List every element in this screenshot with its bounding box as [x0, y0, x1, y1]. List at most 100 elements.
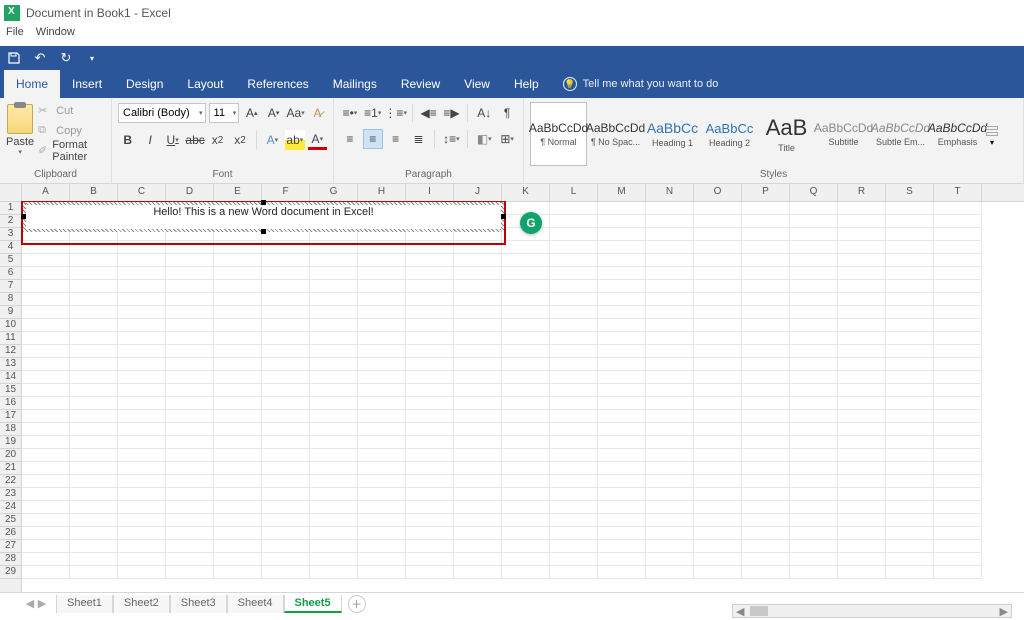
cell[interactable]: [598, 475, 646, 488]
line-spacing-button[interactable]: ↕≡▾: [441, 129, 461, 149]
cell[interactable]: [646, 527, 694, 540]
cell[interactable]: [166, 423, 214, 436]
cell[interactable]: [742, 280, 790, 293]
tab-design[interactable]: Design: [114, 70, 175, 98]
cell[interactable]: [886, 397, 934, 410]
cell[interactable]: [598, 241, 646, 254]
cell[interactable]: [550, 332, 598, 345]
next-sheet-icon[interactable]: ▶: [36, 597, 48, 610]
cell[interactable]: [550, 501, 598, 514]
cell[interactable]: [454, 254, 502, 267]
cell[interactable]: [934, 319, 982, 332]
copy-button[interactable]: ⧉Copy: [38, 122, 105, 140]
cell[interactable]: [646, 384, 694, 397]
style-heading-1[interactable]: AaBbCcHeading 1: [644, 102, 701, 166]
cell[interactable]: [358, 371, 406, 384]
cell[interactable]: [598, 358, 646, 371]
cell[interactable]: [22, 319, 70, 332]
cell[interactable]: [70, 527, 118, 540]
cell[interactable]: [550, 280, 598, 293]
cell[interactable]: [310, 254, 358, 267]
cell[interactable]: [214, 241, 262, 254]
cell[interactable]: [934, 423, 982, 436]
cell[interactable]: [838, 267, 886, 280]
cell[interactable]: [886, 293, 934, 306]
cell[interactable]: [598, 410, 646, 423]
cell[interactable]: [886, 280, 934, 293]
cell[interactable]: [310, 488, 358, 501]
cell[interactable]: [406, 527, 454, 540]
cell[interactable]: [694, 475, 742, 488]
cell[interactable]: [598, 514, 646, 527]
cell[interactable]: [886, 423, 934, 436]
cell[interactable]: [454, 410, 502, 423]
cell[interactable]: [70, 501, 118, 514]
change-case-button[interactable]: Aa▾: [286, 103, 305, 123]
row-header-22[interactable]: 22: [0, 475, 21, 488]
numbering-button[interactable]: ≡1▾: [363, 103, 383, 123]
cell[interactable]: [550, 553, 598, 566]
cell[interactable]: [598, 254, 646, 267]
cell[interactable]: [934, 475, 982, 488]
cell[interactable]: [790, 527, 838, 540]
row-header-16[interactable]: 16: [0, 397, 21, 410]
cell[interactable]: [646, 436, 694, 449]
cell[interactable]: [934, 540, 982, 553]
cell[interactable]: [214, 449, 262, 462]
cell[interactable]: [262, 397, 310, 410]
tab-references[interactable]: References: [235, 70, 320, 98]
cell[interactable]: [22, 371, 70, 384]
cell[interactable]: [214, 397, 262, 410]
cell[interactable]: [214, 410, 262, 423]
cell[interactable]: [742, 345, 790, 358]
decrease-indent-button[interactable]: ◀≡: [419, 103, 439, 123]
cell[interactable]: [70, 488, 118, 501]
cell[interactable]: [454, 345, 502, 358]
redo-icon[interactable]: ↻: [58, 50, 74, 66]
cell[interactable]: [694, 553, 742, 566]
cell-grid[interactable]: [22, 202, 1024, 579]
cell[interactable]: [166, 514, 214, 527]
scroll-left-icon[interactable]: ◀: [733, 605, 747, 618]
cell[interactable]: [598, 228, 646, 241]
cell[interactable]: [214, 436, 262, 449]
cell[interactable]: [646, 267, 694, 280]
cell[interactable]: [166, 397, 214, 410]
cell[interactable]: [502, 319, 550, 332]
row-header-17[interactable]: 17: [0, 410, 21, 423]
cell[interactable]: [22, 345, 70, 358]
column-header-J[interactable]: J: [454, 184, 502, 201]
cell[interactable]: [646, 319, 694, 332]
cell[interactable]: [406, 540, 454, 553]
cell[interactable]: [886, 527, 934, 540]
cell[interactable]: [742, 475, 790, 488]
cell[interactable]: [790, 462, 838, 475]
cell[interactable]: [646, 553, 694, 566]
tell-me-search[interactable]: 💡 Tell me what you want to do: [563, 70, 719, 98]
cell[interactable]: [262, 475, 310, 488]
cell[interactable]: [790, 423, 838, 436]
cell[interactable]: [70, 410, 118, 423]
cell[interactable]: [70, 384, 118, 397]
cell[interactable]: [454, 280, 502, 293]
cell[interactable]: [406, 423, 454, 436]
cell[interactable]: [118, 514, 166, 527]
styles-more-button[interactable]: ▾: [986, 102, 1002, 166]
resize-handle[interactable]: [21, 214, 26, 219]
cell[interactable]: [790, 566, 838, 579]
row-header-7[interactable]: 7: [0, 280, 21, 293]
column-header-I[interactable]: I: [406, 184, 454, 201]
cell[interactable]: [886, 475, 934, 488]
sheet-tab-sheet5[interactable]: Sheet5: [284, 595, 342, 613]
cell[interactable]: [118, 371, 166, 384]
cell[interactable]: [22, 358, 70, 371]
cell[interactable]: [934, 241, 982, 254]
cell[interactable]: [742, 462, 790, 475]
save-icon[interactable]: [6, 50, 22, 66]
cell[interactable]: [742, 228, 790, 241]
highlight-button[interactable]: ab▾: [285, 130, 304, 150]
cell[interactable]: [310, 553, 358, 566]
cell[interactable]: [454, 527, 502, 540]
cell[interactable]: [790, 267, 838, 280]
cell[interactable]: [886, 332, 934, 345]
